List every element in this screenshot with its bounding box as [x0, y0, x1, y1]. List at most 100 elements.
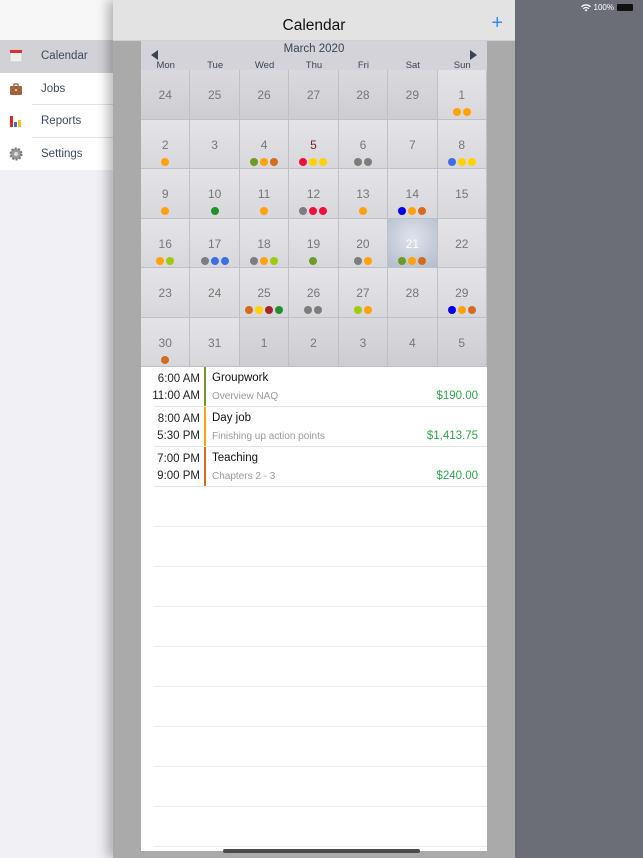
day-cell[interactable]: 6	[338, 119, 389, 169]
day-cell[interactable]: 28	[338, 70, 389, 120]
day-cell[interactable]: 17	[190, 218, 240, 268]
event-color-bar	[204, 367, 206, 407]
day-number: 21	[405, 236, 420, 251]
day-cell[interactable]: 26	[239, 70, 290, 120]
day-cell[interactable]: 14	[388, 169, 438, 219]
event-dot	[255, 306, 264, 314]
add-event-button[interactable]: +	[491, 13, 503, 33]
day-cell[interactable]: 19	[289, 218, 339, 268]
event-row[interactable]: 6:00 AM 11:00 AM Groupwork Overview NAQ $190…	[141, 367, 487, 407]
wifi-icon	[580, 3, 591, 11]
day-cell[interactable]: 4	[388, 317, 438, 367]
day-cell[interactable]: 29	[437, 268, 487, 318]
event-dots	[388, 207, 436, 215]
day-number: 24	[158, 88, 172, 102]
event-dot	[398, 256, 407, 265]
event-dot	[462, 108, 471, 116]
day-cell[interactable]: 28	[388, 268, 438, 318]
sidebar-item-settings[interactable]: Settings	[0, 138, 120, 171]
day-number: 8	[458, 137, 466, 152]
event-dot	[418, 256, 427, 265]
event-dot	[260, 157, 269, 166]
day-cell[interactable]: 1	[437, 70, 487, 120]
day-number: 3	[211, 137, 218, 152]
day-number: 2	[310, 335, 317, 350]
day-cell[interactable]: 27	[289, 70, 339, 120]
event-dot	[418, 207, 427, 215]
day-cell[interactable]: 3	[190, 119, 240, 169]
event-end-time: 5:30 PM	[157, 430, 200, 442]
sidebar-item-jobs[interactable]: Jobs	[0, 73, 120, 106]
day-cell[interactable]: 16	[141, 218, 191, 268]
day-cell[interactable]: 29	[388, 70, 438, 120]
month-calendar: March 2020 Mon Tue Wed Thu Fri Sat Sun 2…	[141, 41, 487, 367]
day-cell[interactable]: 13	[338, 169, 389, 219]
event-dot	[398, 207, 407, 215]
day-cell[interactable]: 23	[141, 268, 191, 318]
day-cell[interactable]: 27	[338, 268, 389, 318]
day-cell[interactable]: 1	[239, 317, 290, 367]
day-number: 5	[458, 335, 466, 350]
day-cell[interactable]: 25	[239, 268, 290, 318]
day-number: 10	[207, 187, 222, 201]
day-number: 16	[158, 236, 172, 251]
day-number: 4	[260, 137, 268, 152]
event-dots	[141, 256, 189, 265]
event-amount: $190.00	[436, 390, 478, 402]
day-number: 19	[306, 236, 321, 251]
day-number: 5	[310, 137, 317, 152]
empty-row	[141, 767, 487, 807]
event-row[interactable]: 7:00 PM 9:00 PM Teaching Chapters 2 - 3 $240…	[141, 447, 487, 487]
day-cell[interactable]: 5	[437, 317, 487, 367]
day-number: 26	[257, 88, 271, 102]
day-cell[interactable]: 15	[437, 169, 487, 219]
event-dot	[353, 157, 362, 166]
event-dot	[156, 256, 165, 265]
day-cell[interactable]: 24	[190, 268, 240, 318]
day-cell[interactable]: 8	[437, 119, 487, 169]
day-cell[interactable]: 11	[239, 169, 290, 219]
day-cell[interactable]: 7	[388, 119, 438, 169]
sidebar-item-calendar[interactable]: Calendar	[0, 40, 120, 73]
day-cell[interactable]: 20	[338, 218, 389, 268]
day-number: 12	[306, 187, 321, 201]
day-number: 7	[409, 137, 416, 152]
day-number: 29	[455, 286, 469, 300]
event-dot	[353, 306, 362, 314]
day-cell[interactable]: 24	[141, 70, 191, 120]
empty-row	[141, 487, 487, 527]
day-cell[interactable]: 22	[437, 218, 487, 268]
event-dot	[363, 157, 372, 166]
day-cell[interactable]: 2	[289, 317, 339, 367]
day-number: 29	[405, 88, 420, 102]
event-dot	[467, 157, 476, 166]
event-name: Groupwork	[212, 372, 269, 384]
day-cell[interactable]: 26	[289, 268, 339, 318]
day-cell[interactable]: 9	[141, 169, 191, 219]
day-cell[interactable]: 3	[338, 317, 389, 367]
day-cell[interactable]: 31	[190, 317, 240, 367]
day-cell[interactable]: 5	[289, 119, 339, 169]
day-number: 17	[207, 236, 222, 251]
event-list: 6:00 AM 11:00 AM Groupwork Overview NAQ $190…	[141, 367, 487, 851]
day-cell[interactable]: 30	[141, 317, 191, 367]
day-cell[interactable]: 25	[190, 70, 240, 120]
event-row[interactable]: 8:00 AM 5:30 PM Day job Finishing up action…	[141, 407, 487, 447]
month-label: March 2020	[283, 43, 345, 55]
day-cell[interactable]: 21	[388, 218, 438, 268]
day-cell[interactable]: 12	[289, 169, 339, 219]
day-cell[interactable]: 10	[190, 169, 240, 219]
event-dot	[467, 306, 476, 314]
event-dots	[339, 256, 387, 265]
day-cell[interactable]: 2	[141, 119, 191, 169]
next-month-button[interactable]	[470, 50, 477, 60]
empty-row	[141, 527, 487, 567]
day-cell[interactable]: 4	[239, 119, 290, 169]
empty-row	[141, 727, 487, 767]
day-number: 30	[158, 335, 172, 350]
event-dot	[166, 256, 175, 265]
event-end-time: 11:00 AM	[152, 390, 200, 402]
day-number: 22	[455, 236, 469, 251]
day-cell[interactable]: 18	[239, 218, 290, 268]
sidebar-item-reports[interactable]: Reports	[0, 105, 120, 138]
